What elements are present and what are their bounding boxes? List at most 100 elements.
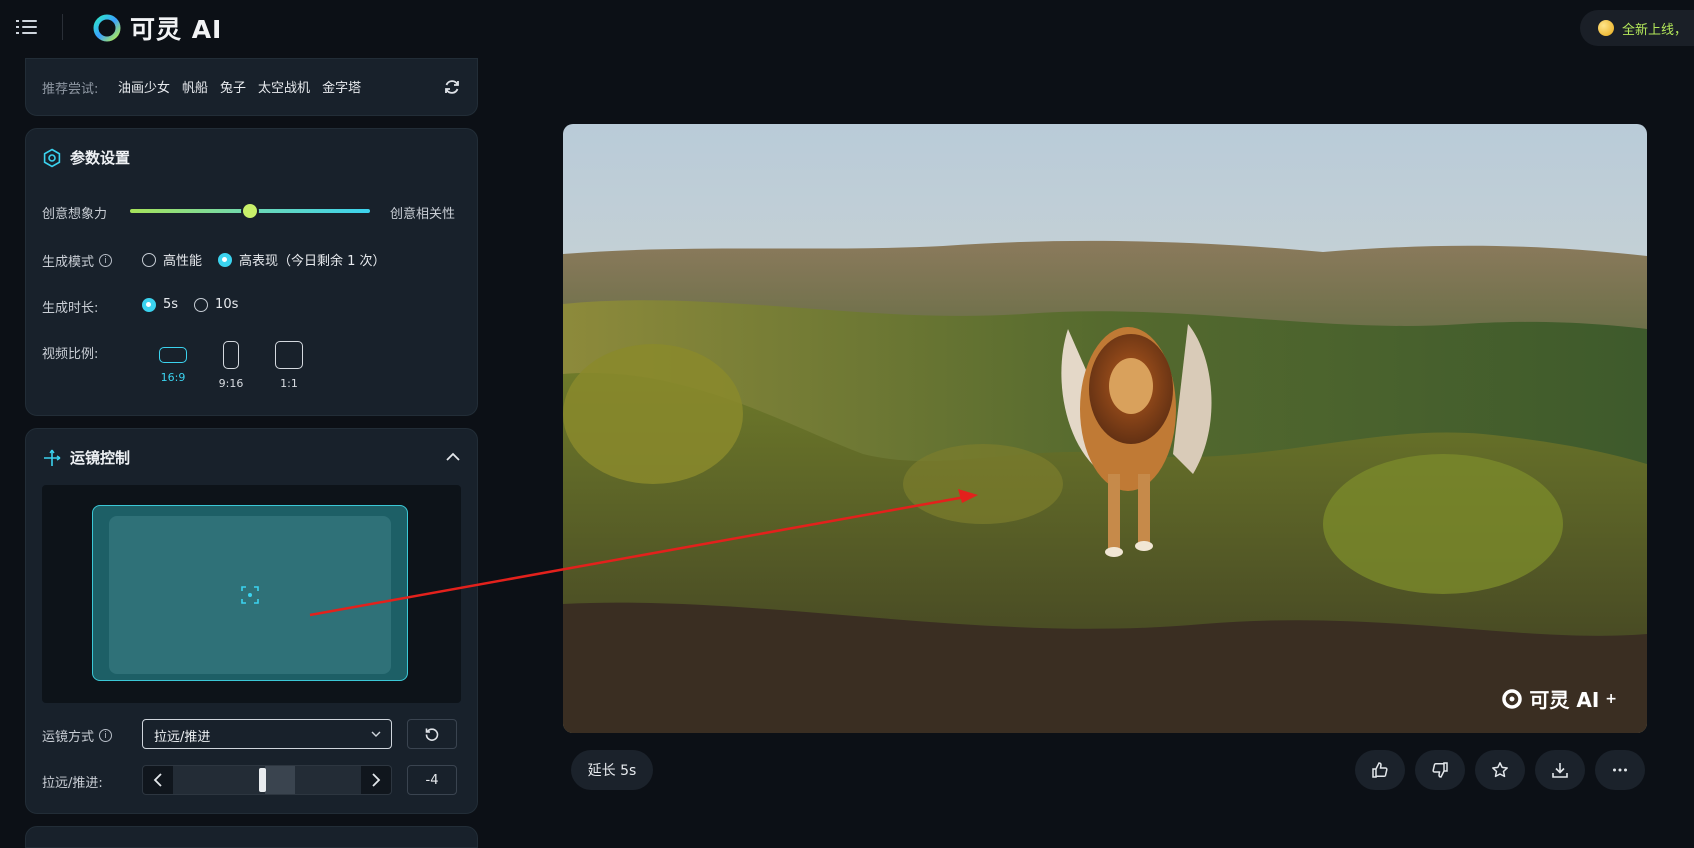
zoom-label: 拉远/推进: (42, 776, 103, 791)
suggest-chip[interactable]: 兔子 (220, 77, 246, 96)
dislike-button[interactable] (1415, 750, 1465, 790)
ratio-option-label: 9:16 (218, 377, 244, 390)
ratio-16-9-icon (159, 347, 187, 363)
mode-label: 生成模式 i (42, 251, 113, 270)
duration-option-text: 5s (163, 297, 179, 312)
ratio-option[interactable]: 9:16 (202, 341, 260, 390)
suggest-chip[interactable]: 金字塔 (322, 77, 361, 96)
mode-option[interactable]: 高表现（今日剩余 1 次） (218, 250, 386, 269)
suggest-label: 推荐尝试: (42, 82, 99, 97)
suggest-chip[interactable]: 帆船 (182, 77, 208, 96)
creativity-slider[interactable] (130, 204, 370, 218)
camera-control-panel: 运镜控制 运镜方式 i 拉远/推进 拉远/推进: -4 (25, 428, 478, 814)
mode-option-text: 高表现（今日剩余 1 次） (239, 254, 386, 269)
thumbs-down-icon (1432, 762, 1448, 778)
camera-method-select[interactable]: 拉远/推进 (142, 719, 392, 749)
duration-option-text: 10s (215, 297, 239, 312)
chevron-right-icon (372, 773, 381, 787)
camera-frame-inner (109, 516, 391, 674)
radio-dot (142, 252, 156, 267)
info-icon[interactable]: i (99, 254, 113, 267)
promo-text: 全新上线， (1622, 22, 1688, 38)
duration-option[interactable]: 10s (194, 297, 238, 312)
ratio-option-label: 1:1 (280, 377, 298, 390)
favorite-button[interactable] (1475, 750, 1525, 790)
video-watermark: 可灵 AI + (1501, 684, 1617, 713)
video-frame-image (563, 124, 1647, 733)
logo-text: 可灵 AI (130, 15, 223, 44)
duration-label: 生成时长: (42, 301, 99, 316)
promo-banner[interactable]: 全新上线， (1580, 10, 1694, 46)
zoom-track[interactable] (173, 766, 361, 794)
chevron-down-icon (371, 731, 381, 737)
radio-dot (194, 297, 209, 312)
watermark-sup: + (1605, 690, 1617, 707)
extend-button[interactable]: 延长 5s (571, 750, 653, 790)
camera-preview (42, 485, 461, 703)
suggest-chip[interactable]: 油画少女 (118, 77, 170, 96)
logo-icon (93, 14, 121, 42)
next-panel-edge (25, 826, 478, 848)
mode-radio-group: 高性能 高表现（今日剩余 1 次） (142, 250, 386, 269)
video-actions (1355, 750, 1645, 790)
chevron-up-icon[interactable] (445, 449, 461, 465)
reset-icon (425, 728, 439, 741)
params-title-text: 参数设置 (70, 149, 131, 167)
camera-frame-outer (92, 505, 408, 681)
params-panel: 参数设置 创意想象力 创意相关性 生成模式 i 高性能 高表现（今日剩余 1 次… (25, 128, 478, 416)
zoom-value-input[interactable]: -4 (407, 765, 457, 795)
info-icon[interactable]: i (99, 729, 113, 742)
suggest-chips: 油画少女 帆船 兔子 太空战机 金字塔 (118, 77, 361, 96)
top-bar: 可灵 AI 全新上线， (0, 0, 1694, 56)
ratio-options: 16:9 9:16 1:1 (144, 341, 318, 390)
ratio-option-label: 16:9 (160, 371, 186, 384)
more-button[interactable] (1595, 750, 1645, 790)
ratio-option[interactable]: 1:1 (260, 341, 318, 390)
mode-label-text: 生成模式 (42, 255, 95, 270)
ratio-label: 视频比例: (42, 347, 99, 362)
download-icon (1552, 763, 1568, 778)
radio-dot (218, 252, 233, 267)
coin-icon (1598, 20, 1614, 36)
zoom-handle[interactable] (259, 768, 266, 792)
app-logo[interactable]: 可灵 AI (92, 10, 222, 46)
method-label-text: 运镜方式 (42, 730, 95, 745)
divider (62, 14, 63, 40)
suggest-chip[interactable]: 太空战机 (258, 77, 310, 96)
star-icon (1492, 762, 1508, 778)
ratio-9-16-icon (223, 341, 239, 369)
thumbs-up-icon (1372, 762, 1388, 778)
suggestion-bar: 推荐尝试: 油画少女 帆船 兔子 太空战机 金字塔 (25, 58, 478, 116)
creativity-left-label: 创意想象力 (42, 207, 108, 222)
camera-title-text: 运镜控制 (70, 449, 131, 467)
chevron-left-icon (153, 773, 162, 787)
zoom-decrease-button[interactable] (143, 766, 173, 794)
ratio-option[interactable]: 16:9 (144, 341, 202, 390)
refresh-icon[interactable] (443, 78, 461, 96)
menu-icon[interactable] (16, 16, 38, 38)
zoom-track-fill (265, 766, 295, 794)
mode-option[interactable]: 高性能 (142, 250, 202, 269)
zoom-stepper[interactable] (142, 765, 392, 795)
creativity-right-label: 创意相关性 (390, 207, 456, 222)
mode-option-text: 高性能 (163, 254, 203, 269)
watermark-text: 可灵 AI (1529, 688, 1600, 712)
focus-icon (241, 586, 259, 604)
method-label: 运镜方式 i (42, 726, 113, 745)
download-button[interactable] (1535, 750, 1585, 790)
radio-dot (142, 297, 156, 312)
creativity-slider-thumb[interactable] (243, 204, 257, 218)
params-title: 参数设置 (42, 147, 130, 168)
settings-hex-icon (43, 148, 61, 167)
video-preview[interactable]: 可灵 AI + (563, 124, 1647, 733)
watermark-logo-icon (1502, 688, 1523, 709)
camera-reset-button[interactable] (407, 719, 457, 749)
camera-method-value: 拉远/推进 (154, 730, 211, 745)
duration-radio-group: 5s 10s (142, 297, 238, 312)
camera-move-icon (44, 449, 61, 466)
ratio-1-1-icon (275, 341, 303, 369)
duration-option[interactable]: 5s (142, 297, 178, 312)
more-icon (1613, 768, 1627, 772)
like-button[interactable] (1355, 750, 1405, 790)
zoom-increase-button[interactable] (361, 766, 391, 794)
